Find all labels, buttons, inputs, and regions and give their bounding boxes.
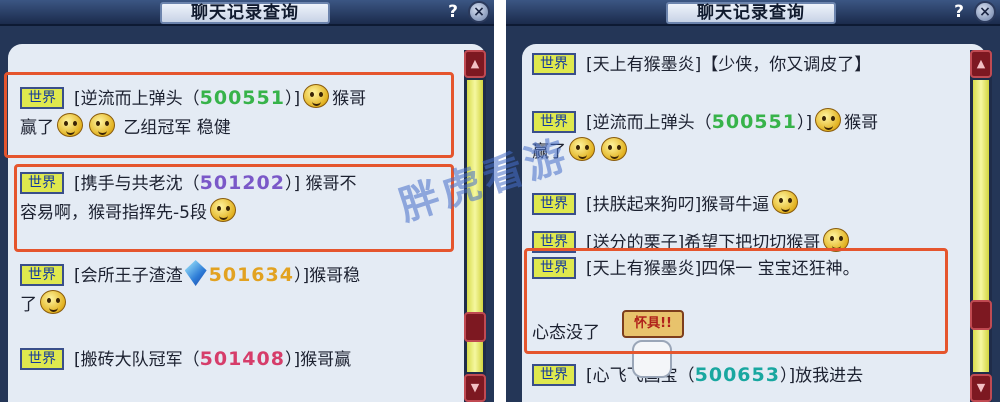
smile-emoji-icon xyxy=(823,228,850,252)
sender-name[interactable]: [逆流而上弹头（500551）] xyxy=(74,87,300,109)
sender-name[interactable]: [逆流而上弹头（500551）] xyxy=(586,111,812,133)
gem-icon xyxy=(184,260,207,286)
channel-badge[interactable]: 世界 xyxy=(532,364,576,386)
channel-badge[interactable]: 世界 xyxy=(20,172,64,194)
sender-id: 501408 xyxy=(199,348,285,370)
sticker-face-icon xyxy=(632,340,672,378)
face-emoji-icon xyxy=(303,84,330,108)
scroll-up-button[interactable]: ▲ xyxy=(970,50,992,78)
sticker-sign-icon: 怀具!! xyxy=(622,310,684,338)
scroll-up-button[interactable]: ▲ xyxy=(464,50,486,78)
chat-message: 世界[心飞飞国宝（500653）]放我进去 xyxy=(532,362,863,390)
chat-message: 世界 [逆流而上弹头（500551）] 猴哥 赢了 xyxy=(532,108,878,166)
window-title: 聊天记录查询 xyxy=(160,2,330,24)
chat-history-window-left: 聊天记录查询 ? × 世界 [逆流而上弹头（500551）] 猴哥 赢了 乙组冠军 … xyxy=(0,0,494,402)
chat-message: 世界 [天上有猴墨炎]四保一 宝宝还狂神。 xyxy=(532,256,860,283)
sender-id: 500653 xyxy=(694,364,780,386)
channel-badge[interactable]: 世界 xyxy=(20,348,64,370)
scroll-down-button[interactable]: ▼ xyxy=(970,374,992,402)
channel-badge[interactable]: 世界 xyxy=(532,257,576,279)
grin-emoji-icon xyxy=(57,113,83,137)
chat-message-continued: 心态没了 xyxy=(532,323,600,343)
grin-emoji-icon xyxy=(569,137,595,161)
channel-badge[interactable]: 世界 xyxy=(532,193,576,215)
title-bar: 聊天记录查询 ? × xyxy=(506,0,1000,26)
face-emoji-icon xyxy=(815,108,842,132)
channel-badge[interactable]: 世界 xyxy=(532,111,576,133)
sender-id: 500551 xyxy=(711,111,797,133)
face-emoji-icon xyxy=(209,198,236,222)
sender-name[interactable]: [天上有猴墨炎] xyxy=(586,55,701,75)
sender-id: 501202 xyxy=(199,172,285,194)
chat-scrollbar[interactable]: ▲ ▼ xyxy=(464,50,486,402)
channel-badge[interactable]: 世界 xyxy=(20,264,64,286)
chat-message: 世界 [天上有猴墨炎]【少侠，你又调皮了】 xyxy=(532,52,871,79)
shock-emoji-icon xyxy=(89,113,115,137)
sender-name[interactable]: [心飞飞国宝（500653）] xyxy=(586,364,795,386)
sender-id: 501634 xyxy=(208,264,294,286)
sender-name[interactable]: [搬砖大队冠军（501408）] xyxy=(74,348,300,370)
chat-log: 世界 [逆流而上弹头（500551）] 猴哥 赢了 乙组冠军 稳健 世界 [携手与共老… xyxy=(8,44,486,402)
channel-badge[interactable]: 世界 xyxy=(532,53,576,75)
chat-message: 世界 [扶朕起来狗叼]猴哥牛逼 xyxy=(532,190,801,219)
face-emoji-icon xyxy=(40,290,66,314)
chat-scrollbar[interactable]: ▲ ▼ xyxy=(970,50,992,402)
title-bar: 聊天记录查询 ? × xyxy=(0,0,494,26)
sender-name[interactable]: [扶朕起来狗叼] xyxy=(586,195,701,215)
chat-message: 世界 [会所王子渣渣 501634）]猴哥稳 了 xyxy=(20,260,360,319)
sender-id: 500551 xyxy=(199,87,285,109)
window-title: 聊天记录查询 xyxy=(666,2,836,24)
close-button[interactable]: × xyxy=(974,1,996,23)
scroll-down-button[interactable]: ▼ xyxy=(464,374,486,402)
chat-log: 世界 [天上有猴墨炎]【少侠，你又调皮了】 世界 [逆流而上弹头（500551）] 猴… xyxy=(522,44,986,402)
scroll-thumb[interactable] xyxy=(970,300,992,330)
sender-name[interactable]: [天上有猴墨炎] xyxy=(586,259,701,279)
channel-badge[interactable]: 世界 xyxy=(532,231,576,253)
sender-name[interactable]: [携手与共老沈（501202）] xyxy=(74,172,300,194)
sender-name[interactable]: [送分的栗子] xyxy=(586,233,684,253)
chat-message: 世界 [逆流而上弹头（500551）] 猴哥 赢了 乙组冠军 稳健 xyxy=(20,84,366,142)
close-button[interactable]: × xyxy=(468,1,490,23)
chat-message: 世界 [送分的栗子]希望下把切切猴哥 xyxy=(532,228,852,257)
chat-message: 世界 [携手与共老沈（501202）] 猴哥不 容易啊，猴哥指挥先-5段 xyxy=(20,172,357,223)
chat-history-window-right: 聊天记录查询 ? × 世界 [天上有猴墨炎]【少侠，你又调皮了】 世界 [逆流而上弹… xyxy=(506,0,1000,402)
face-emoji-icon xyxy=(772,190,799,214)
help-button[interactable]: ? xyxy=(444,2,462,22)
channel-badge[interactable]: 世界 xyxy=(20,87,64,109)
scroll-thumb[interactable] xyxy=(464,312,486,342)
help-button[interactable]: ? xyxy=(950,2,968,22)
sender-name[interactable]: [会所王子渣渣 501634）] xyxy=(74,260,309,286)
chat-message: 世界 [搬砖大队冠军（501408）]猴哥赢 xyxy=(20,346,351,374)
shock-emoji-icon xyxy=(601,137,627,161)
